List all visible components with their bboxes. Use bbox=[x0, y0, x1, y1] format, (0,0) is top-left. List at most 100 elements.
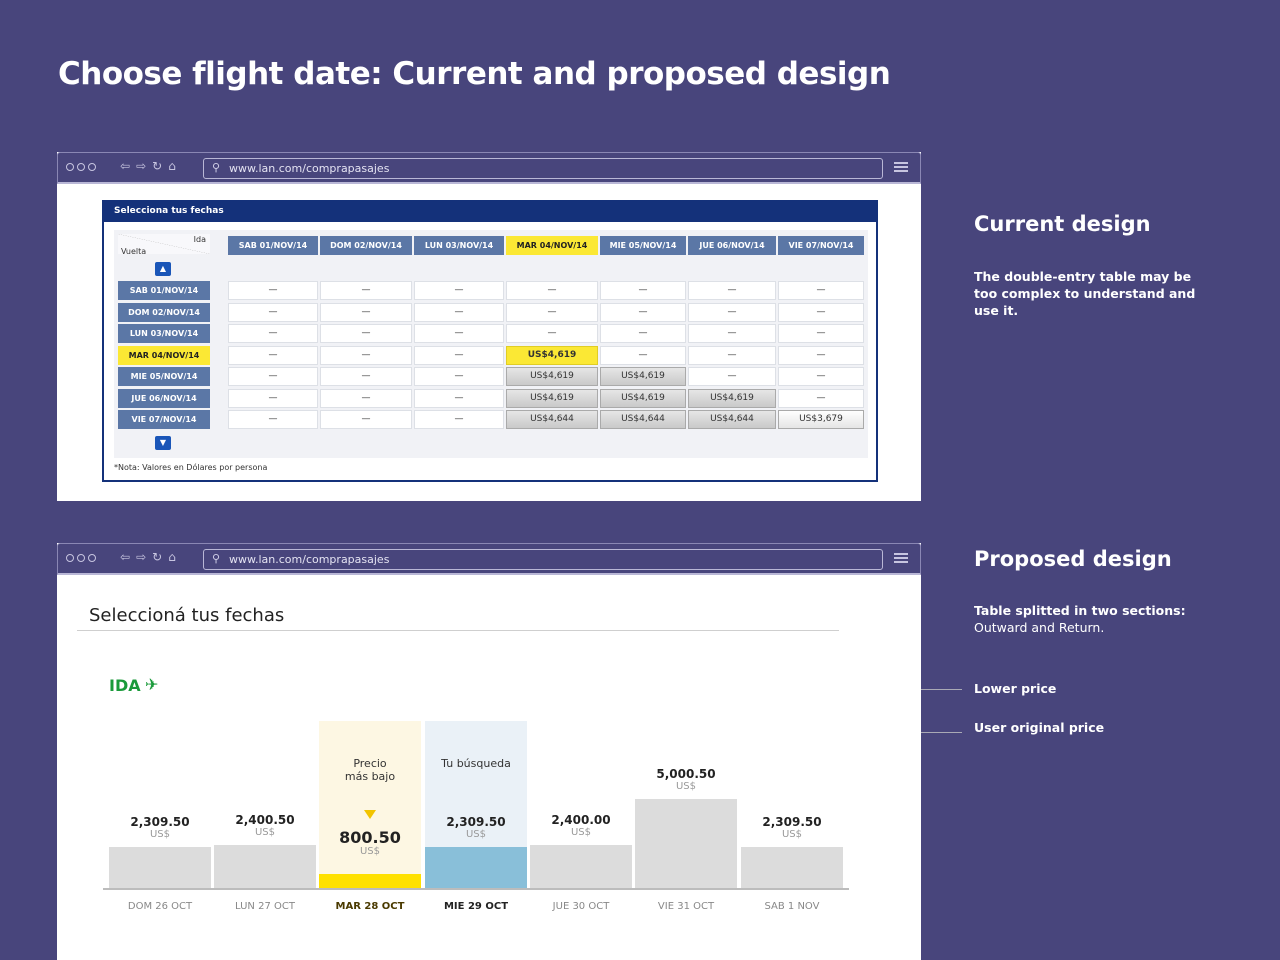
menu-icon[interactable] bbox=[894, 553, 908, 565]
fare-cell[interactable]: US$4,644 bbox=[688, 410, 776, 429]
address-bar[interactable]: ⚲ www.lan.com/comprapasajes bbox=[203, 158, 883, 179]
outbound-date-header[interactable]: MAR 04/NOV/14 bbox=[506, 236, 598, 255]
maximize-dot-icon[interactable] bbox=[88, 554, 96, 562]
menu-icon[interactable] bbox=[894, 162, 908, 174]
empty-fare-cell: — bbox=[320, 346, 412, 365]
minimize-dot-icon[interactable] bbox=[77, 163, 85, 171]
chart-baseline bbox=[103, 888, 849, 890]
return-date-header[interactable]: MAR 04/NOV/14 bbox=[118, 346, 210, 365]
return-date-header[interactable]: SAB 01/NOV/14 bbox=[118, 281, 210, 300]
fare-cell[interactable]: US$4,644 bbox=[506, 410, 598, 429]
price-value: 2,309.50 bbox=[446, 815, 506, 829]
price-bar[interactable] bbox=[109, 847, 211, 888]
empty-fare-cell: — bbox=[688, 303, 776, 322]
proposed-design-browser: ⇦ ⇨ ↻ ⌂ ⚲ www.lan.com/comprapasajes Sele… bbox=[57, 543, 921, 960]
outbound-date-header[interactable]: DOM 02/NOV/14 bbox=[320, 236, 412, 255]
fare-cell[interactable]: US$4,619 bbox=[688, 389, 776, 408]
date-tick-label[interactable]: JUE 30 OCT bbox=[529, 901, 633, 912]
outbound-date-header[interactable]: SAB 01/NOV/14 bbox=[228, 236, 318, 255]
outbound-date-header[interactable]: MIE 05/NOV/14 bbox=[600, 236, 686, 255]
maximize-dot-icon[interactable] bbox=[88, 163, 96, 171]
return-date-header[interactable]: VIE 07/NOV/14 bbox=[118, 410, 210, 429]
current-design-title: Current design bbox=[974, 212, 1151, 236]
reload-icon[interactable]: ↻ bbox=[152, 550, 162, 564]
close-dot-icon[interactable] bbox=[66, 163, 74, 171]
price-bar[interactable] bbox=[425, 847, 527, 888]
price-bar[interactable] bbox=[741, 847, 843, 888]
empty-fare-cell: — bbox=[778, 324, 864, 343]
outbound-date-header[interactable]: JUE 06/NOV/14 bbox=[688, 236, 776, 255]
minimize-dot-icon[interactable] bbox=[77, 554, 85, 562]
proposed-design-title: Proposed design bbox=[974, 547, 1172, 571]
empty-fare-cell: — bbox=[600, 324, 686, 343]
search-icon: ⚲ bbox=[212, 161, 221, 174]
empty-fare-cell: — bbox=[414, 346, 504, 365]
price-bar[interactable] bbox=[530, 845, 632, 888]
fare-cell[interactable]: US$4,644 bbox=[600, 410, 686, 429]
scroll-down-button[interactable]: ▼ bbox=[155, 436, 171, 450]
return-date-header[interactable]: DOM 02/NOV/14 bbox=[118, 303, 210, 322]
currency-label: US$ bbox=[570, 827, 592, 838]
proposed-design-description: Table splitted in two sections: Outward … bbox=[974, 602, 1214, 636]
empty-fare-cell: — bbox=[506, 281, 598, 300]
close-dot-icon[interactable] bbox=[66, 554, 74, 562]
return-date-header[interactable]: JUE 06/NOV/14 bbox=[118, 389, 210, 408]
fare-cell[interactable]: US$4,619 bbox=[506, 389, 598, 408]
date-tick-label[interactable]: MIE 29 OCT bbox=[424, 901, 528, 912]
date-tick-label[interactable]: DOM 26 OCT bbox=[108, 901, 212, 912]
currency-label: US$ bbox=[359, 846, 381, 857]
price-bar[interactable] bbox=[214, 845, 316, 888]
empty-fare-cell: — bbox=[320, 303, 412, 322]
date-tick-label[interactable]: VIE 31 OCT bbox=[634, 901, 738, 912]
empty-fare-cell: — bbox=[414, 367, 504, 386]
url-text: www.lan.com/comprapasajes bbox=[229, 162, 390, 175]
window-controls[interactable] bbox=[66, 554, 96, 562]
user-price-label: User original price bbox=[974, 720, 1105, 735]
airplane-icon: ✈ bbox=[145, 675, 159, 694]
outbound-date-header[interactable]: LUN 03/NOV/14 bbox=[414, 236, 504, 255]
current-design-browser: ⇦ ⇨ ↻ ⌂ ⚲ www.lan.com/comprapasajes Sele… bbox=[57, 152, 921, 501]
price-bar[interactable] bbox=[319, 874, 421, 888]
empty-fare-cell: — bbox=[414, 389, 504, 408]
page-title: Choose flight date: Current and proposed… bbox=[58, 56, 891, 92]
price-value: 2,400.00 bbox=[551, 813, 611, 827]
date-tick-label[interactable]: SAB 1 NOV bbox=[740, 901, 844, 912]
back-icon[interactable]: ⇦ bbox=[120, 550, 130, 564]
window-controls[interactable] bbox=[66, 163, 96, 171]
fare-cell[interactable]: US$4,619 bbox=[600, 367, 686, 386]
proposed-page-title: Seleccioná tus fechas bbox=[89, 605, 285, 626]
title-divider bbox=[77, 630, 839, 631]
price-value: 2,309.50 bbox=[130, 815, 190, 829]
empty-fare-cell: — bbox=[320, 389, 412, 408]
return-date-header[interactable]: MIE 05/NOV/14 bbox=[118, 367, 210, 386]
empty-fare-cell: — bbox=[320, 410, 412, 429]
back-icon[interactable]: ⇦ bbox=[120, 159, 130, 173]
fare-cell[interactable]: US$3,679 bbox=[778, 410, 864, 429]
currency-label: US$ bbox=[675, 781, 697, 792]
fare-cell[interactable]: US$4,619 bbox=[600, 389, 686, 408]
fare-cell[interactable]: US$4,619 bbox=[506, 367, 598, 386]
forward-icon[interactable]: ⇨ bbox=[136, 159, 146, 173]
forward-icon[interactable]: ⇨ bbox=[136, 550, 146, 564]
date-tick-label[interactable]: MAR 28 OCT bbox=[318, 901, 422, 912]
home-icon[interactable]: ⌂ bbox=[168, 550, 176, 564]
scroll-up-button[interactable]: ▲ bbox=[155, 262, 171, 276]
currency-label: US$ bbox=[465, 829, 487, 840]
empty-fare-cell: — bbox=[414, 324, 504, 343]
outbound-date-header[interactable]: VIE 07/NOV/14 bbox=[778, 236, 864, 255]
fare-cell[interactable]: US$4,619 bbox=[506, 346, 598, 365]
proposed-desc-normal: Outward and Return. bbox=[974, 620, 1105, 635]
date-tick-label[interactable]: LUN 27 OCT bbox=[213, 901, 317, 912]
reload-icon[interactable]: ↻ bbox=[152, 159, 162, 173]
ida-section-label: IDA bbox=[109, 676, 141, 695]
currency-label: US$ bbox=[149, 829, 171, 840]
empty-fare-cell: — bbox=[688, 324, 776, 343]
address-bar[interactable]: ⚲ www.lan.com/comprapasajes bbox=[203, 549, 883, 570]
empty-fare-cell: — bbox=[414, 303, 504, 322]
empty-fare-cell: — bbox=[688, 346, 776, 365]
price-bar[interactable] bbox=[635, 799, 737, 888]
return-date-header[interactable]: LUN 03/NOV/14 bbox=[118, 324, 210, 343]
home-icon[interactable]: ⌂ bbox=[168, 159, 176, 173]
empty-fare-cell: — bbox=[688, 281, 776, 300]
browser-toolbar: ⇦ ⇨ ↻ ⌂ ⚲ www.lan.com/comprapasajes bbox=[57, 543, 921, 575]
